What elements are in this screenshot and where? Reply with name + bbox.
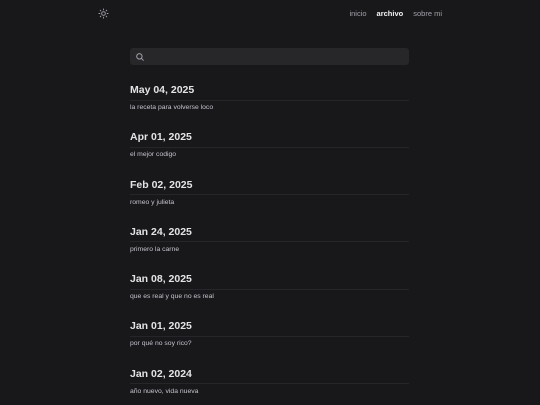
search-bar xyxy=(130,48,409,65)
nav-link-sobre-mi[interactable]: sobre mi xyxy=(413,9,442,19)
post-link[interactable]: por qué no soy rico? xyxy=(130,339,192,348)
divider xyxy=(130,335,409,337)
divider xyxy=(130,99,409,101)
nav-link-inicio[interactable]: inicio xyxy=(349,9,366,19)
entry-date: Jan 02, 2024 xyxy=(130,367,192,380)
sun-icon xyxy=(98,8,109,19)
archive-entry: May 04, 2025 la receta para volverse loc… xyxy=(130,84,409,131)
divider xyxy=(130,288,409,290)
main-nav: inicio archivo sobre mi xyxy=(349,9,442,19)
divider xyxy=(130,146,409,148)
archive-entry: Jan 01, 2025 por qué no soy rico? xyxy=(130,320,409,367)
archive-entry: Jan 24, 2025 primero la carne xyxy=(130,226,409,273)
entry-date: Feb 02, 2025 xyxy=(130,178,193,191)
entry-date: May 04, 2025 xyxy=(130,84,195,96)
archive-entry: Jan 02, 2024 año nuevo, vida nueva xyxy=(130,368,409,405)
post-link[interactable]: primero la carne xyxy=(130,245,179,254)
entry-date: Jan 08, 2025 xyxy=(130,273,192,286)
post-link[interactable]: año nuevo, vida nueva xyxy=(130,387,198,396)
post-link[interactable]: que es real y que no es real xyxy=(130,292,214,301)
archive-entry: Feb 02, 2025 romeo y julieta xyxy=(130,179,409,226)
theme-toggle-button[interactable] xyxy=(97,7,110,20)
post-link[interactable]: el mejor codigo xyxy=(130,150,176,159)
divider xyxy=(130,383,409,385)
entry-date: Jan 01, 2025 xyxy=(130,320,192,333)
search-input[interactable] xyxy=(148,48,404,65)
archive-list: May 04, 2025 la receta para volverse loc… xyxy=(130,84,409,405)
post-link[interactable]: la receta para volverse loco xyxy=(130,103,213,112)
site-header: inicio archivo sobre mi xyxy=(0,0,540,28)
entry-date: Jan 24, 2025 xyxy=(130,225,192,238)
divider xyxy=(130,194,409,196)
page: inicio archivo sobre mi May 04, 2025 la … xyxy=(0,0,540,405)
post-link[interactable]: romeo y julieta xyxy=(130,198,174,207)
search-icon xyxy=(136,52,144,61)
entry-date: Apr 01, 2025 xyxy=(130,131,192,144)
nav-link-archivo[interactable]: archivo xyxy=(377,9,404,19)
archive-entry: Jan 08, 2025 que es real y que no es rea… xyxy=(130,273,409,320)
divider xyxy=(130,241,409,243)
archive-entry: Apr 01, 2025 el mejor codigo xyxy=(130,131,409,178)
